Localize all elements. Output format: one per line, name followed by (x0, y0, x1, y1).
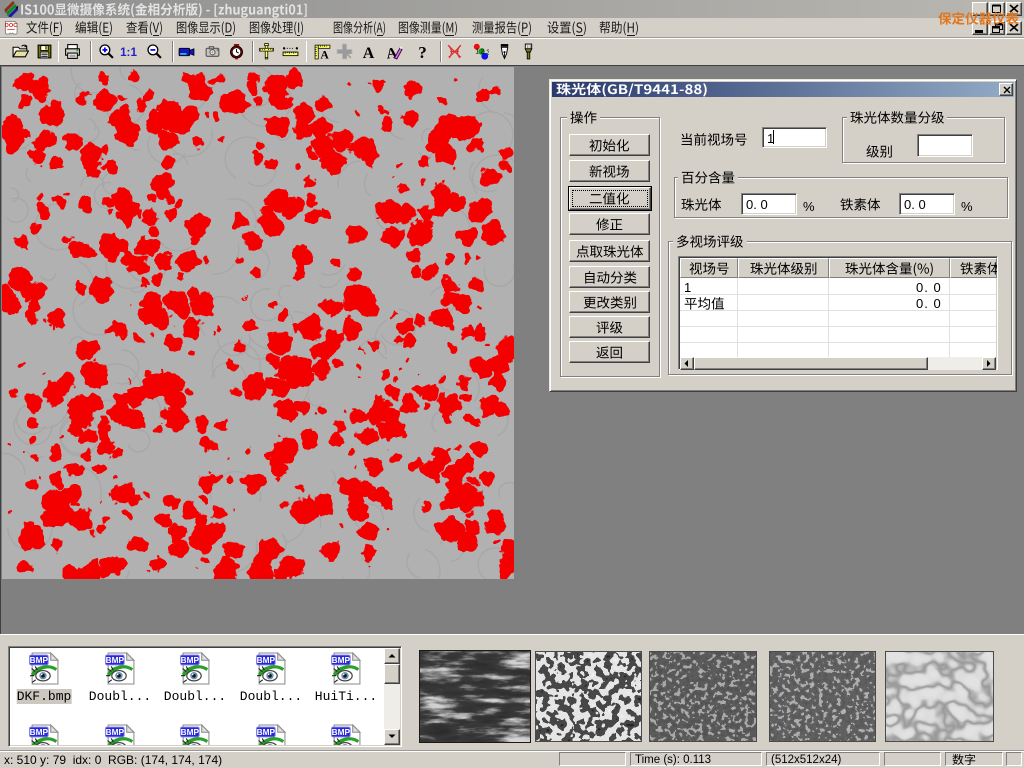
svg-text:2: 2 (481, 49, 485, 56)
svg-text:?: ? (418, 43, 427, 60)
svg-text:1: 1 (475, 49, 479, 56)
svg-text:A: A (320, 48, 329, 60)
svg-text:A: A (363, 45, 375, 60)
svg-text:1:1: 1:1 (120, 46, 137, 59)
svg-text:DOC: DOC (5, 23, 17, 29)
svg-text:3: 3 (486, 50, 489, 57)
